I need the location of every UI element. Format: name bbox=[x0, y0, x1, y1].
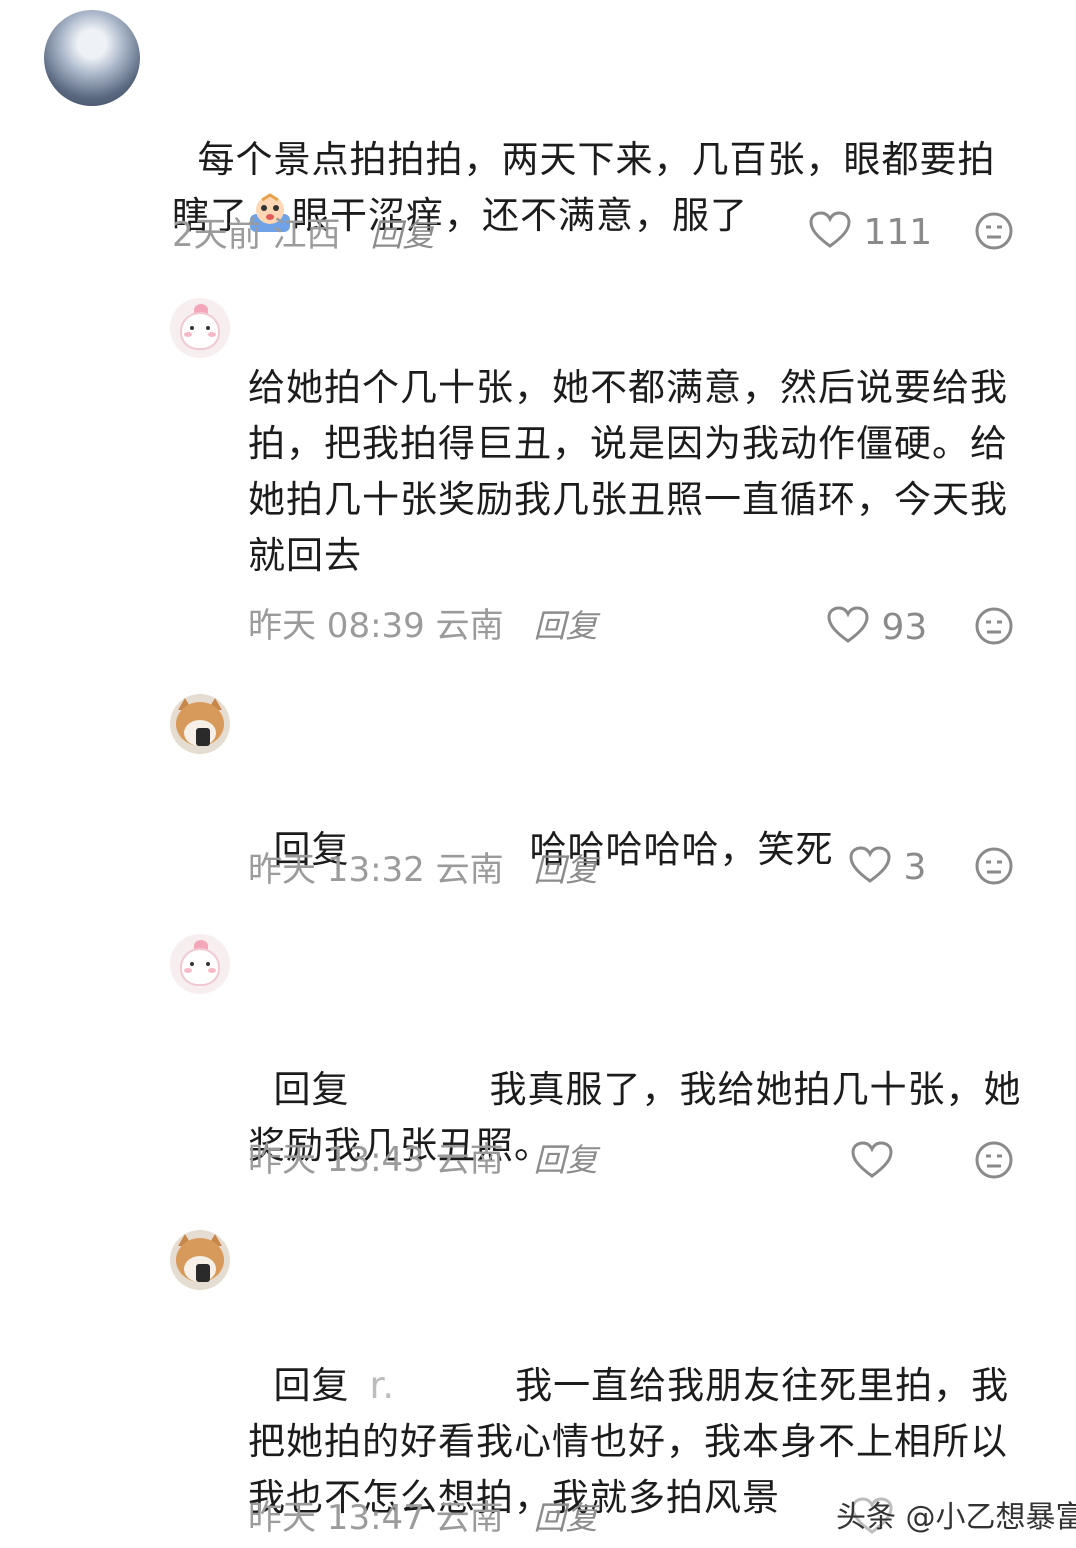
location: 江西 bbox=[272, 215, 341, 255]
more-options-icon[interactable] bbox=[974, 846, 1014, 886]
timestamp: 2天前 bbox=[172, 215, 262, 255]
heart-icon bbox=[827, 606, 869, 643]
avatar[interactable] bbox=[170, 934, 230, 994]
avatar[interactable] bbox=[170, 1230, 230, 1290]
comment-meta: 昨天 13:43 云南 回复 bbox=[248, 1140, 598, 1180]
heart-icon bbox=[851, 1141, 893, 1178]
timestamp: 昨天 13:47 bbox=[248, 1498, 425, 1538]
more-options-icon[interactable] bbox=[974, 211, 1014, 251]
location: 云南 bbox=[435, 1140, 504, 1180]
reply-prefix: 回复 bbox=[273, 1068, 350, 1111]
comment-meta: 昨天 13:47 云南 回复 bbox=[248, 1498, 598, 1538]
mention[interactable]: r. bbox=[370, 1364, 396, 1407]
like-button[interactable]: 111 bbox=[808, 210, 932, 253]
reply-button[interactable]: 回复 bbox=[534, 607, 598, 645]
comment-text: 给她拍个几十张，她不都满意，然后说要给我拍，把我拍得巨丑，说是因为我动作僵硬。给… bbox=[248, 366, 1008, 577]
heart-icon bbox=[809, 211, 851, 248]
location: 云南 bbox=[435, 850, 504, 890]
reply-button[interactable]: 回复 bbox=[534, 1499, 598, 1537]
reply-prefix: 回复 bbox=[273, 1364, 350, 1407]
comment-meta: 昨天 08:39 云南 回复 bbox=[248, 606, 598, 646]
more-options-icon[interactable] bbox=[974, 1140, 1014, 1180]
reply-button[interactable]: 回复 bbox=[370, 216, 434, 254]
location: 云南 bbox=[435, 1498, 504, 1538]
more-options-icon[interactable] bbox=[974, 606, 1014, 646]
comment-meta: 昨天 13:32 云南 回复 bbox=[248, 850, 598, 890]
like-count: 3 bbox=[903, 847, 927, 888]
heart-icon bbox=[849, 846, 891, 883]
location: 云南 bbox=[435, 606, 504, 646]
like-button[interactable]: 3 bbox=[848, 845, 926, 888]
like-count: 111 bbox=[863, 212, 933, 253]
comment-meta: 2天前 江西 回复 bbox=[172, 215, 434, 255]
like-button[interactable] bbox=[850, 1140, 894, 1183]
reply-button[interactable]: 回复 bbox=[534, 1141, 598, 1179]
timestamp: 昨天 13:32 bbox=[248, 850, 425, 890]
timestamp: 昨天 13:43 bbox=[248, 1140, 425, 1180]
like-button[interactable]: 93 bbox=[826, 605, 927, 648]
reply-button[interactable]: 回复 bbox=[534, 851, 598, 889]
avatar[interactable] bbox=[170, 694, 230, 754]
timestamp: 昨天 08:39 bbox=[248, 606, 425, 646]
avatar[interactable] bbox=[44, 10, 140, 106]
like-count: 93 bbox=[881, 607, 928, 648]
watermark: 头条 @小乙想暴富 bbox=[836, 1500, 1076, 1535]
avatar[interactable] bbox=[170, 298, 230, 358]
